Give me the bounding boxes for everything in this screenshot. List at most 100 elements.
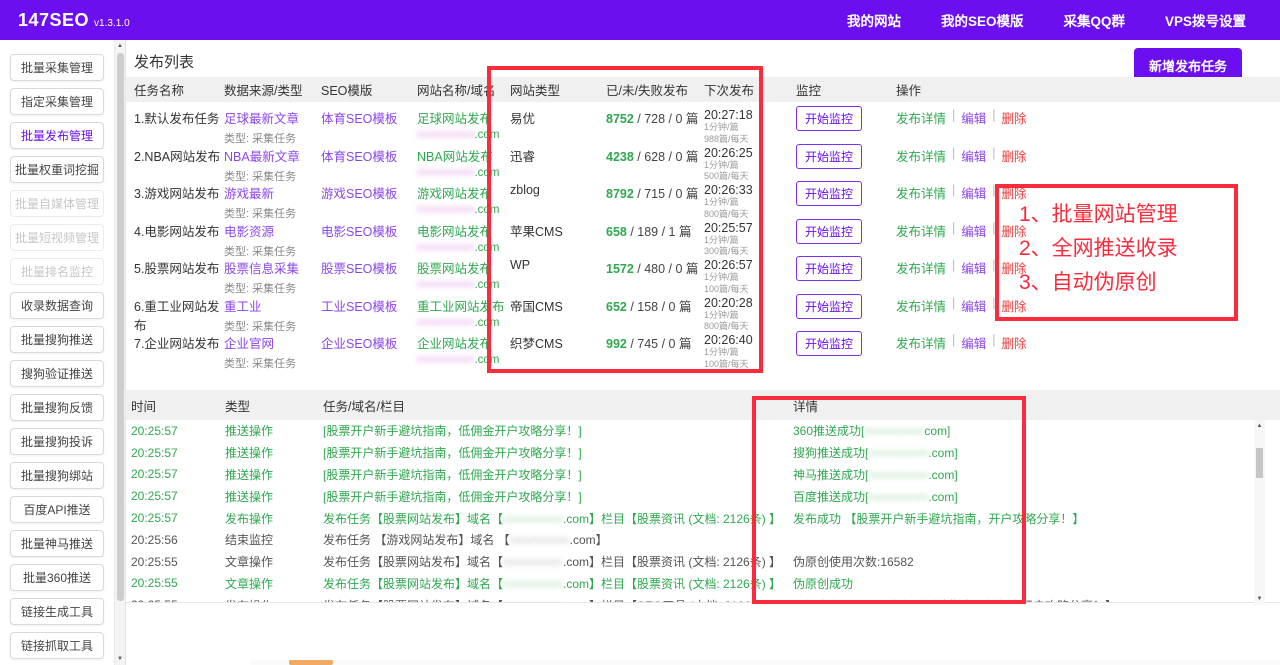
- topnav-item-0[interactable]: 我的网站: [847, 10, 901, 30]
- delete-link[interactable]: 删除: [1002, 108, 1027, 127]
- start-monitor-button[interactable]: 开始监控: [796, 143, 863, 169]
- topnav-item-3[interactable]: VPS拨号设置: [1165, 10, 1246, 30]
- sidebar-item[interactable]: 批量搜狗推送: [10, 326, 104, 353]
- sidebar-item[interactable]: 批量搜狗反馈: [10, 394, 104, 421]
- edit-link[interactable]: 编辑: [961, 221, 986, 240]
- edit-link[interactable]: 编辑: [961, 296, 986, 315]
- site-domain: mmmmmm.com: [417, 317, 510, 329]
- site-domain: mmmmmm.com: [417, 129, 510, 141]
- separator: |: [992, 108, 996, 122]
- delete-link[interactable]: 删除: [1002, 258, 1027, 277]
- sidebar-item[interactable]: 收录数据查询: [10, 292, 104, 319]
- publish-rate: 1分钟/篇: [704, 234, 739, 245]
- publish-detail-link[interactable]: 发布详情: [896, 183, 946, 202]
- template-link[interactable]: 电影SEO模板: [321, 225, 397, 239]
- cms-type: 织梦CMS: [510, 337, 563, 351]
- cms-type: 帝国CMS: [510, 299, 563, 314]
- publish-detail-link[interactable]: 发布详情: [896, 296, 946, 315]
- topnav-item-2[interactable]: 采集QQ群: [1063, 10, 1125, 30]
- start-monitor-button[interactable]: 开始监控: [796, 181, 863, 206]
- publish-detail-link[interactable]: 发布详情: [896, 333, 946, 352]
- template-link[interactable]: 企业SEO模板: [321, 337, 397, 351]
- start-monitor-button[interactable]: 开始监控: [796, 218, 863, 244]
- scroll-up-icon[interactable]: ▲: [1254, 423, 1265, 429]
- delete-link[interactable]: 删除: [1002, 333, 1027, 352]
- column-header: 下次发布: [704, 84, 755, 98]
- log-table-scrollbar[interactable]: ▲ ▼: [1254, 420, 1265, 605]
- topnav-item-1[interactable]: 我的SEO模版: [941, 10, 1024, 30]
- sidebar-item[interactable]: 链接生成工具: [10, 598, 104, 625]
- delete-link[interactable]: 删除: [1002, 296, 1027, 315]
- detail-text: 神马推送成功[: [793, 467, 869, 482]
- sidebar-item[interactable]: 批量采集管理: [10, 54, 104, 81]
- sidebar-item[interactable]: 批量神马推送: [10, 530, 104, 557]
- redacted-domain: mmmmmm: [417, 166, 475, 179]
- start-monitor-button[interactable]: 开始监控: [796, 106, 863, 131]
- publish-detail-link[interactable]: 发布详情: [896, 108, 946, 127]
- sidebar-item[interactable]: 批量360推送: [10, 564, 104, 591]
- daily-limit: 100篇/每天: [704, 358, 749, 369]
- template-link[interactable]: 工业SEO模板: [321, 300, 397, 314]
- scroll-up-icon[interactable]: ▲: [115, 43, 125, 49]
- template-link[interactable]: 股票SEO模板: [321, 262, 397, 276]
- table-row: 3.游戏网站发布 游戏最新 类型: 采集任务 游戏SEO模板 游戏网站发布 mmmmmm.…: [126, 177, 1280, 220]
- delete-link[interactable]: 删除: [1002, 221, 1027, 240]
- scroll-down-icon[interactable]: ▼: [115, 656, 125, 662]
- sidebar-item[interactable]: 批量搜狗投诉: [10, 428, 104, 455]
- source-link[interactable]: 足球最新文章: [224, 112, 299, 126]
- sidebar-item[interactable]: 批量搜狗绑站: [10, 462, 104, 489]
- template-link[interactable]: 体育SEO模板: [321, 150, 397, 164]
- site-name: 企业网站发布: [417, 337, 493, 351]
- start-monitor-button[interactable]: 开始监控: [796, 331, 863, 356]
- sidebar-item[interactable]: 指定采集管理: [10, 88, 104, 115]
- edit-link[interactable]: 编辑: [961, 146, 986, 165]
- published-count: 992: [606, 337, 627, 351]
- sidebar-item: 批量自媒体管理: [10, 190, 104, 217]
- redacted-domain: mmmmmm: [868, 446, 929, 461]
- template-link[interactable]: 游戏SEO模板: [321, 187, 397, 201]
- publish-detail-link[interactable]: 发布详情: [896, 258, 946, 277]
- delete-link[interactable]: 删除: [1002, 146, 1027, 165]
- task-text: [股票开户新手避坑指南，低佣金开户攻略分享！]: [323, 467, 582, 482]
- table-row: 2.NBA网站发布 NBA最新文章 类型: 采集任务 体育SEO模板 NBA网站发布 mm…: [126, 140, 1280, 183]
- detail-text: com]: [924, 424, 951, 439]
- source-link[interactable]: 游戏最新: [224, 187, 274, 201]
- sidebar-item[interactable]: 搜狗验证推送: [10, 360, 104, 387]
- pending-failed-count: / 480 / 0 篇: [633, 262, 699, 276]
- source-link[interactable]: 电影资源: [224, 225, 274, 239]
- horizontal-scroll-thumb[interactable]: [289, 660, 333, 665]
- sidebar-item[interactable]: 批量发布管理: [10, 122, 104, 149]
- publish-detail-link[interactable]: 发布详情: [896, 221, 946, 240]
- start-monitor-button[interactable]: 开始监控: [796, 293, 863, 319]
- log-scroll-thumb[interactable]: [1256, 448, 1263, 478]
- actions-cell: 发布详情 | 编辑 | 删除: [896, 146, 1280, 165]
- sidebar-item[interactable]: 百度API推送: [10, 496, 104, 523]
- column-header: 网站名称/域名: [417, 84, 496, 98]
- task-text: .com】栏目【股票资讯 (文档: 2126条) 】: [563, 555, 782, 570]
- scroll-down-icon[interactable]: ▼: [1254, 596, 1265, 602]
- redacted-domain: mmmmmm: [417, 241, 475, 254]
- redacted-domain: mmmmmm: [503, 599, 563, 602]
- delete-link[interactable]: 删除: [1002, 183, 1027, 202]
- source-link[interactable]: NBA最新文章: [224, 150, 300, 164]
- sidebar-item[interactable]: 链接抓取工具: [10, 632, 104, 659]
- edit-link[interactable]: 编辑: [961, 108, 986, 127]
- sidebar-scroll-thumb[interactable]: [117, 53, 124, 601]
- source-link[interactable]: 企业官网: [224, 337, 274, 351]
- edit-link[interactable]: 编辑: [961, 183, 986, 202]
- publish-detail-link[interactable]: 发布详情: [896, 146, 946, 165]
- column-header: 类型: [225, 399, 251, 414]
- source-link[interactable]: 股票信息采集: [224, 262, 299, 276]
- template-link[interactable]: 体育SEO模板: [321, 112, 397, 126]
- start-monitor-button[interactable]: 开始监控: [796, 256, 863, 281]
- sidebar-scrollbar[interactable]: ▲ ▼: [114, 40, 125, 665]
- log-task: 发布任务 【游戏网站发布】域名 【mmmmmm.com】: [323, 531, 787, 548]
- edit-link[interactable]: 编辑: [961, 258, 986, 277]
- horizontal-scrollbar[interactable]: [251, 660, 1280, 665]
- task-text: 发布任务【股票网站发布】域名【: [323, 576, 504, 591]
- log-time: 20:25:56: [131, 532, 178, 547]
- sidebar-item[interactable]: 批量权重词挖掘: [10, 156, 104, 183]
- log-row: 20:25:55 文章操作 发布任务【股票网站发布】域名【mmmmmm.com】栏目…: [126, 573, 1280, 595]
- edit-link[interactable]: 编辑: [961, 333, 986, 352]
- source-link[interactable]: 重工业: [224, 300, 262, 314]
